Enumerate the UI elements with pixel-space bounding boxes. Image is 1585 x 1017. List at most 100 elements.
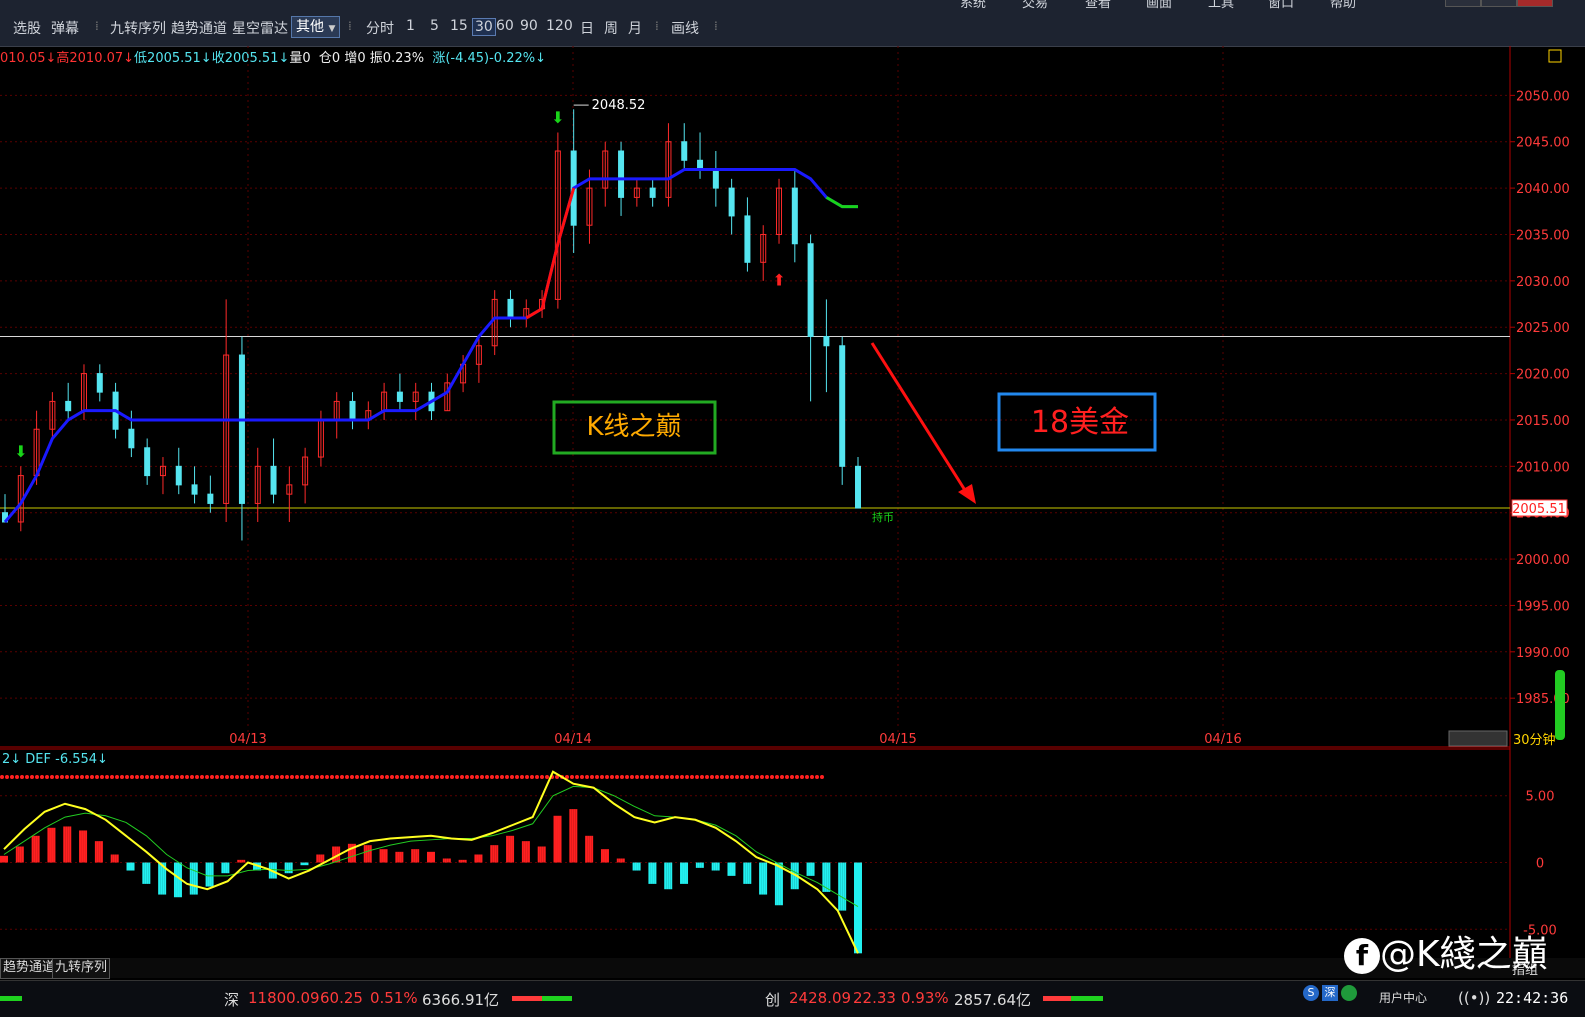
period-6[interactable]: 90 <box>520 18 538 34</box>
minimize-button[interactable] <box>1445 0 1481 7</box>
candle-body <box>396 391 403 402</box>
menu-item-4[interactable]: 工具 <box>1208 0 1234 11</box>
macd-dot <box>765 775 769 779</box>
tb-jiuzhuan[interactable]: 九转序列 <box>110 18 166 38</box>
macd-dot <box>770 775 774 779</box>
macd-dot <box>180 775 184 779</box>
macd-dot <box>500 775 504 779</box>
macd-dot <box>405 775 409 779</box>
refresh-icon[interactable] <box>1341 985 1357 1001</box>
macd-dot <box>140 775 144 779</box>
other-select[interactable]: 其他 ▼ <box>291 16 341 38</box>
tb-xingkong[interactable]: 星空雷达 <box>232 18 288 38</box>
price-tick-label: 2045.00 <box>1516 136 1570 151</box>
macd-dot <box>655 775 659 779</box>
menu-item-6[interactable]: 帮助 <box>1330 0 1356 11</box>
macd-dot <box>355 775 359 779</box>
macd-dot <box>505 775 509 779</box>
candle-body <box>649 187 656 198</box>
price-tick-label: 2025.00 <box>1516 321 1570 336</box>
macd-dot <box>265 775 269 779</box>
menu-item-3[interactable]: 画面 <box>1146 0 1172 11</box>
macd-dot <box>380 775 384 779</box>
period-8[interactable]: 日 <box>580 18 594 38</box>
macd-dot <box>515 775 519 779</box>
period-10[interactable]: 月 <box>628 18 642 38</box>
candle-body <box>618 150 625 198</box>
macd-dot <box>95 775 99 779</box>
macd-dot <box>275 775 279 779</box>
candle-body <box>96 373 103 393</box>
macd-dot <box>730 775 734 779</box>
tb-danmu[interactable]: 弹幕 <box>51 18 79 38</box>
candle-body <box>855 465 861 509</box>
macd-dot <box>745 775 749 779</box>
macd-dot <box>445 775 449 779</box>
period-1[interactable]: 1 <box>406 18 415 34</box>
watermark-text: @K綫之巔 <box>1380 934 1548 975</box>
separator: ⁞ <box>714 19 718 33</box>
period-4[interactable]: 30 <box>472 18 496 36</box>
macd-dot <box>155 775 159 779</box>
macd-dot <box>210 775 214 779</box>
period-7[interactable]: 120 <box>546 18 573 34</box>
tb-xuangu[interactable]: 选股 <box>13 18 41 38</box>
macd-dot <box>680 775 684 779</box>
macd-dot <box>165 775 169 779</box>
macd-tick-label: 0 <box>1536 857 1544 872</box>
macd-dot <box>45 775 49 779</box>
macd-dot <box>605 775 609 779</box>
macd-dot <box>465 775 469 779</box>
s-icon[interactable]: S <box>1303 985 1319 1001</box>
tab-qushi[interactable]: 趋势通道 <box>0 958 59 979</box>
candle-body <box>238 354 245 504</box>
shen-icon[interactable]: 深 <box>1322 985 1338 1001</box>
maximize-button[interactable] <box>1481 0 1517 7</box>
macd-dot <box>115 775 119 779</box>
cy-bar-up <box>1043 996 1071 1001</box>
macd-dot <box>385 775 389 779</box>
menu-item-0[interactable]: 系统 <box>960 0 986 11</box>
cy-change: 22.33 <box>853 989 896 1007</box>
macd-dot <box>130 775 134 779</box>
macd-dot <box>370 775 374 779</box>
macd-dot <box>260 775 264 779</box>
macd-dot <box>495 775 499 779</box>
macd-dot <box>215 775 219 779</box>
macd-dot <box>255 775 259 779</box>
period-9[interactable]: 周 <box>604 18 618 38</box>
macd-dot <box>280 775 284 779</box>
macd-dot <box>545 775 549 779</box>
period-3[interactable]: 15 <box>450 18 468 34</box>
price-tick-label: 2040.00 <box>1516 182 1570 197</box>
macd-dot <box>235 775 239 779</box>
macd-dot <box>85 775 89 779</box>
period-2[interactable]: 5 <box>430 18 439 34</box>
close-button[interactable] <box>1517 0 1553 7</box>
period-0[interactable]: 分时 <box>366 18 394 38</box>
menu-item-1[interactable]: 交易 <box>1022 0 1048 11</box>
tab-jiuzhuan[interactable]: 九转序列 <box>52 958 111 979</box>
macd-dot <box>225 775 229 779</box>
menu-item-2[interactable]: 查看 <box>1085 0 1111 11</box>
user-center-link[interactable]: 用户中心 <box>1379 989 1427 1006</box>
tb-qushi[interactable]: 趋势通道 <box>171 18 227 38</box>
macd-dot <box>65 775 69 779</box>
price-chart[interactable]: 2050.00 2045.00 2040.00 2035.00 2030.00 2025.… <box>0 46 1585 958</box>
menu-item-5[interactable]: 窗口 <box>1268 0 1294 11</box>
macd-dot <box>335 775 339 779</box>
candle-body <box>823 335 830 347</box>
macd-dea-line <box>3 785 859 908</box>
candle-body <box>270 465 277 495</box>
red-arrow-line <box>870 342 970 496</box>
macd-dot <box>755 775 759 779</box>
hold-label: 持币 <box>872 510 894 524</box>
candle-body <box>191 484 198 495</box>
ma-up-segment <box>525 187 576 320</box>
period-5[interactable]: 60 <box>496 18 514 34</box>
macd-dot <box>725 775 729 779</box>
macd-dot <box>430 775 434 779</box>
draw-line-button[interactable]: 画线 <box>671 18 699 38</box>
macd-dot <box>105 775 109 779</box>
facebook-icon: f <box>1344 938 1380 974</box>
